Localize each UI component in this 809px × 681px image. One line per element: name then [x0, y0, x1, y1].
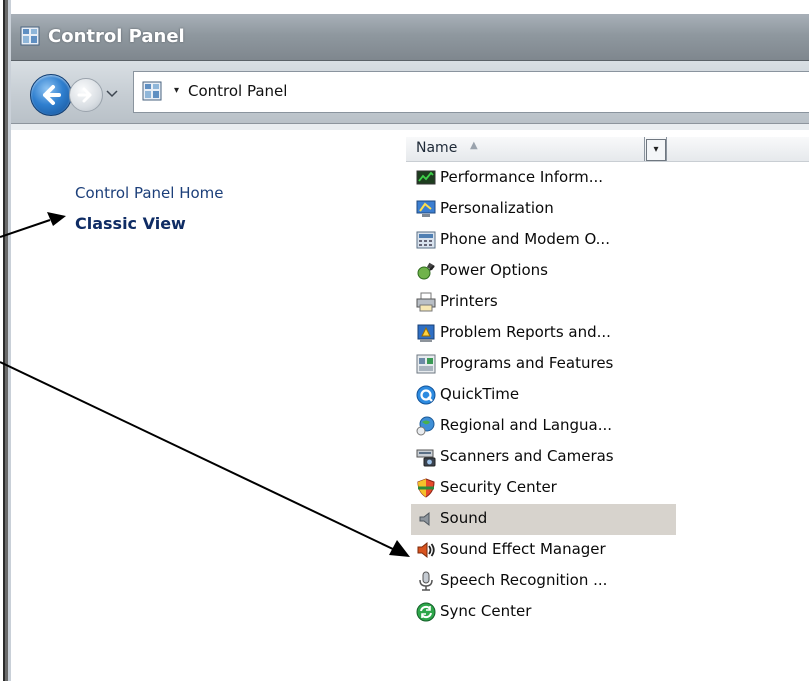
control-panel-icon	[20, 26, 40, 46]
address-bar[interactable]: ▾ Control Panel	[133, 71, 809, 113]
list-item[interactable]: Sound Effect Manager	[411, 535, 676, 566]
title-bar[interactable]: Control Panel	[11, 14, 809, 61]
printers-icon	[416, 292, 436, 312]
phone-modem-icon	[416, 230, 436, 250]
list-item[interactable]: Phone and Modem O...	[411, 225, 676, 256]
recent-pages-button[interactable]	[105, 85, 119, 99]
list-item[interactable]: QuickTime	[411, 380, 676, 411]
sync-center-icon	[416, 602, 436, 622]
task-pane: Control Panel Home Classic View	[11, 130, 406, 681]
column-divider[interactable]	[644, 137, 645, 161]
scanners-icon	[416, 447, 436, 467]
window-title: Control Panel	[48, 26, 185, 47]
sound-effect-icon	[416, 540, 436, 560]
control-panel-home-link[interactable]: Control Panel Home	[75, 184, 224, 202]
name-column-header[interactable]: Name	[416, 140, 457, 156]
regional-icon	[416, 416, 436, 436]
item-label: Power Options	[440, 261, 548, 279]
item-label: Sound	[440, 509, 488, 527]
top-background	[0, 0, 809, 14]
item-label: Speech Recognition ...	[440, 571, 608, 589]
screenshot-page: Control Panel ▾ Control Panel Control Pa…	[0, 0, 809, 681]
microphone-icon	[416, 571, 436, 591]
column-header: Name ▲ ▾	[406, 137, 809, 162]
breadcrumb-dropdown-icon[interactable]: ▾	[174, 85, 179, 96]
classic-view-link[interactable]: Classic View	[75, 214, 186, 233]
list-item[interactable]: Performance Inform...	[411, 163, 676, 194]
list-item[interactable]: Printers	[411, 287, 676, 318]
power-options-icon	[416, 261, 436, 281]
list-item[interactable]: Scanners and Cameras	[411, 442, 676, 473]
forward-button[interactable]	[69, 78, 103, 112]
sort-ascending-icon: ▲	[470, 140, 478, 151]
list-item-selected[interactable]: Sound	[411, 504, 676, 535]
programs-features-icon	[416, 354, 436, 374]
security-center-icon	[416, 478, 436, 498]
control-panel-icon	[142, 81, 162, 101]
breadcrumb[interactable]: Control Panel	[188, 82, 287, 100]
list-item[interactable]: Power Options	[411, 256, 676, 287]
window-frame-edge	[0, 0, 11, 681]
quicktime-icon	[416, 385, 436, 405]
column-divider[interactable]	[666, 137, 667, 161]
item-label: Sync Center	[440, 602, 532, 620]
item-label: QuickTime	[440, 385, 520, 403]
navigation-bar: ▾ Control Panel	[11, 61, 809, 124]
item-label: Regional and Langua...	[440, 416, 613, 434]
column-filter-dropdown[interactable]: ▾	[646, 139, 666, 161]
list-item[interactable]: Speech Recognition ...	[411, 566, 676, 597]
personalization-icon	[416, 199, 436, 219]
back-button[interactable]	[30, 74, 72, 116]
sound-icon	[416, 509, 436, 529]
list-item[interactable]: Security Center	[411, 473, 676, 504]
item-label: Security Center	[440, 478, 557, 496]
list-item[interactable]: Programs and Features	[411, 349, 676, 380]
back-arrow-icon	[43, 85, 61, 105]
performance-icon	[416, 168, 436, 188]
list-item[interactable]: Problem Reports and...	[411, 318, 676, 349]
forward-arrow-icon	[77, 87, 92, 103]
chevron-down-icon	[106, 90, 118, 98]
item-label: Scanners and Cameras	[440, 447, 614, 465]
item-label: Problem Reports and...	[440, 323, 611, 341]
item-label: Personalization	[440, 199, 554, 217]
list-item[interactable]: Personalization	[411, 194, 676, 225]
item-label: Printers	[440, 292, 498, 310]
item-label: Performance Inform...	[440, 168, 604, 186]
item-label: Phone and Modem O...	[440, 230, 610, 248]
problem-reports-icon	[416, 323, 436, 343]
list-item[interactable]: Sync Center	[411, 597, 676, 628]
list-item[interactable]: Regional and Langua...	[411, 411, 676, 442]
item-label: Programs and Features	[440, 354, 614, 372]
item-label: Sound Effect Manager	[440, 540, 606, 558]
control-panel-window: Control Panel ▾ Control Panel Control Pa…	[11, 14, 809, 681]
